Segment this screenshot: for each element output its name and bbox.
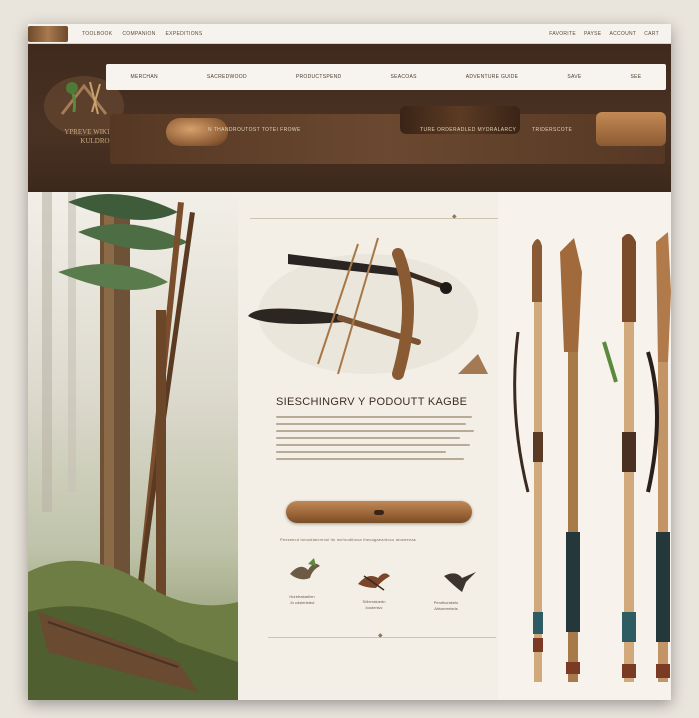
desc-line xyxy=(276,423,466,425)
top-left-links: TOOLBOOK COMPANION EXPEDITIONS xyxy=(82,31,202,37)
forest-scene-image xyxy=(28,192,238,700)
divider-ornament-icon: ◆ xyxy=(452,214,457,220)
promo-text-1: N THANDROUTOST TOTEI FROWE xyxy=(208,127,301,133)
nav-item-productspend[interactable]: PRODUCTSPEND xyxy=(296,74,342,80)
feature-arrow-label-2: Ioodenivc xyxy=(365,605,383,610)
product-knives-image xyxy=(248,237,488,380)
top-right-links: FAVORITE PAYSE ACCOUNT CART xyxy=(549,31,659,37)
top-link-favorite[interactable]: FAVORITE xyxy=(549,31,576,37)
desc-line xyxy=(276,416,472,418)
logo-wood-strip xyxy=(28,26,68,42)
button-handle-icon xyxy=(374,509,384,515)
product-note: Pexseecd tunosfaecrensl ltn mchrodiboxa … xyxy=(280,537,416,542)
feature-hawk-label: Perotkcrakelo Ahtoenreleds xyxy=(414,600,478,612)
bottom-divider-ornament-icon: ◆ xyxy=(378,633,383,639)
desc-line xyxy=(276,430,474,432)
page-frame: TOOLBOOK COMPANION EXPEDITIONS FAVORITE … xyxy=(28,24,671,700)
feature-arrow-label: Srllerratuedn Ioodenivc xyxy=(342,599,406,611)
nav-item-see[interactable]: SEE xyxy=(631,74,642,80)
product-title: SIESCHINGRV Y PODOUTT KAGBE xyxy=(276,396,468,408)
feature-hawk-label-2: Ahtoenreleds xyxy=(434,606,458,611)
nav-item-sacredwood[interactable]: SACREDWOOD xyxy=(207,74,247,80)
product-description xyxy=(276,416,476,465)
site-header: YPREVE WIKIRAIT KULDRO MERCHAN SACREDWOO… xyxy=(28,44,671,192)
desc-line xyxy=(276,437,460,439)
feature-arrow[interactable] xyxy=(354,564,394,594)
feature-bird[interactable] xyxy=(284,556,324,586)
nav-item-adventure-guide[interactable]: ADVENTURE GUIDE xyxy=(466,74,519,80)
top-utility-bar: TOOLBOOK COMPANION EXPEDITIONS FAVORITE … xyxy=(28,24,671,44)
feature-bird-label: Hurefrabarlien Jn cdslertsted xyxy=(270,594,334,606)
spears-showcase xyxy=(498,192,671,700)
desc-line xyxy=(276,458,464,460)
top-link-toolbook[interactable]: TOOLBOOK xyxy=(82,31,112,37)
promo-text-2: TURE ORDERADLED MYDRALARCY xyxy=(420,127,517,133)
desc-line xyxy=(276,451,446,453)
top-link-expeditions[interactable]: EXPEDITIONS xyxy=(166,31,203,37)
feature-hawk[interactable] xyxy=(442,564,478,594)
top-link-payse[interactable]: PAYSE xyxy=(584,31,601,37)
forest-illustration xyxy=(28,192,238,700)
bird-icon xyxy=(290,558,320,580)
top-link-companion[interactable]: COMPANION xyxy=(122,31,155,37)
arrow-bird-icon xyxy=(358,573,390,591)
feature-bird-label-2: Jn cdslertsted xyxy=(289,600,315,605)
top-link-account[interactable]: ACCOUNT xyxy=(609,31,636,37)
main-nav: MERCHAN SACREDWOOD PRODUCTSPEND SEACOAS … xyxy=(106,64,666,90)
hawk-icon xyxy=(444,572,476,592)
promo-text-3[interactable]: TRIDERSCOTE xyxy=(532,127,572,133)
spears-image xyxy=(513,232,671,682)
nav-item-save[interactable]: SAVE xyxy=(567,74,581,80)
add-to-cart-button[interactable] xyxy=(286,501,472,523)
nav-item-merchan[interactable]: MERCHAN xyxy=(131,74,158,80)
promo-wood-handle[interactable] xyxy=(596,112,666,146)
desc-line xyxy=(276,444,470,446)
top-link-cart[interactable]: CART xyxy=(644,31,659,37)
nav-item-seacoas[interactable]: SEACOAS xyxy=(390,74,416,80)
